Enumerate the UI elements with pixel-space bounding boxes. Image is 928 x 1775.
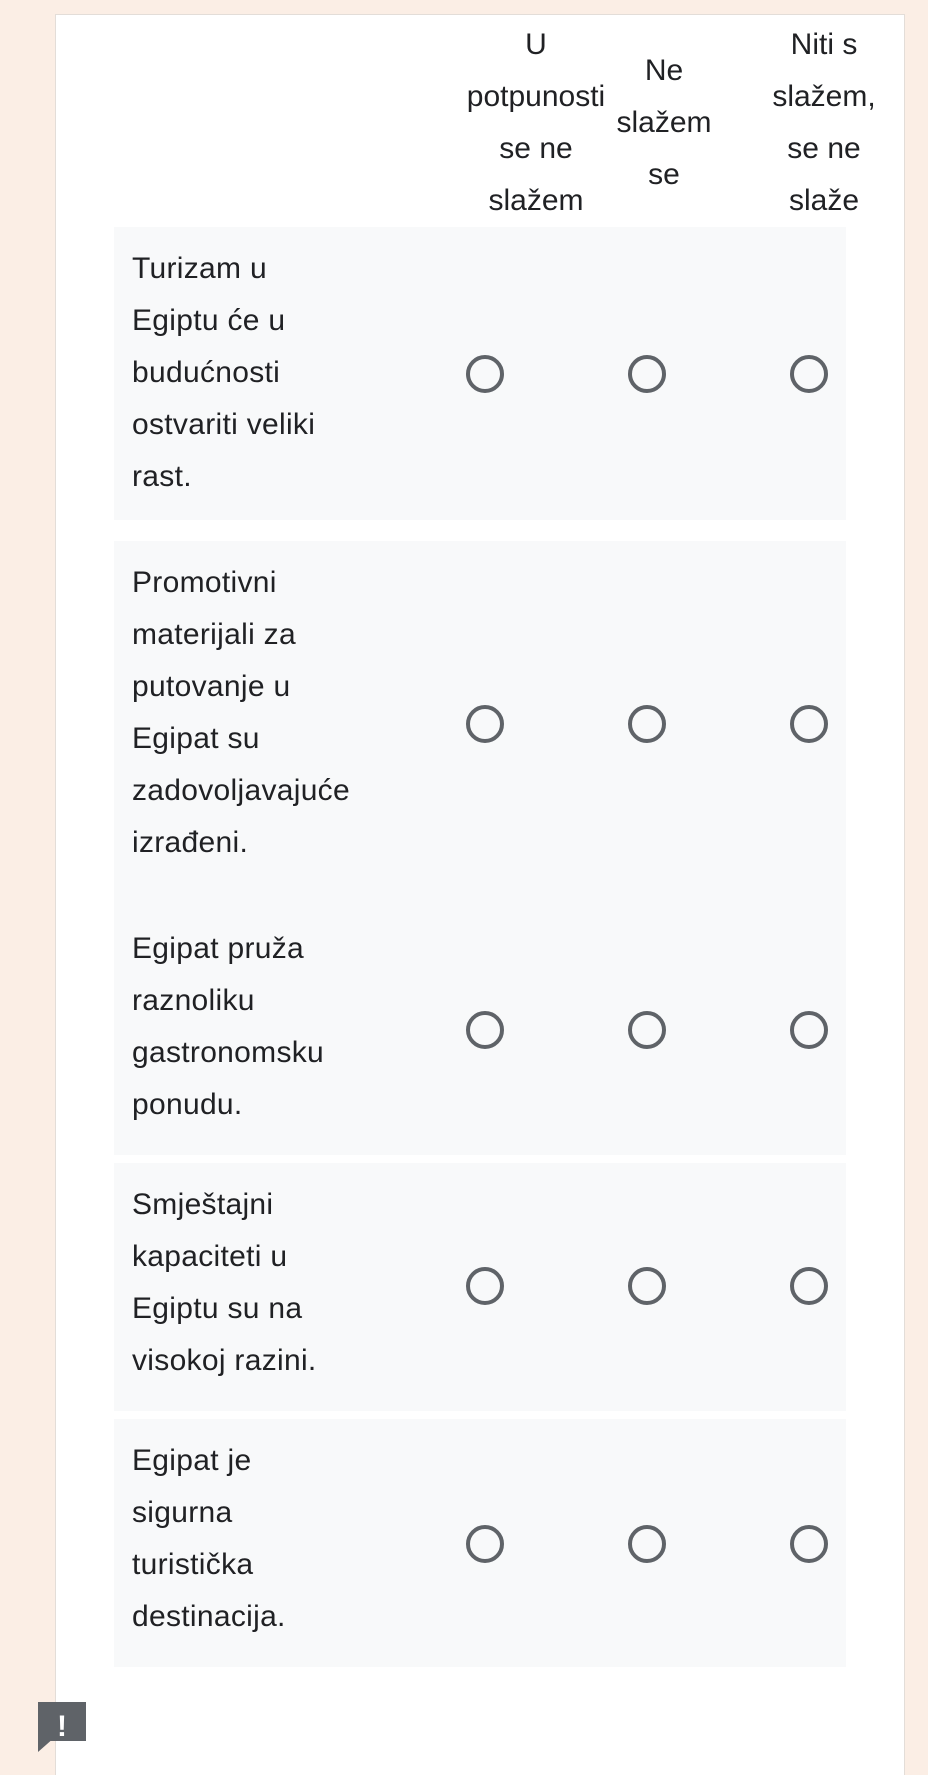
radio-neutral[interactable]	[790, 1525, 828, 1563]
radio-neutral[interactable]	[790, 705, 828, 743]
column-header-strongly-disagree: U potpunosti se ne slažem	[466, 28, 606, 217]
radio-strongly-disagree[interactable]	[466, 1525, 504, 1563]
radio-neutral[interactable]	[790, 1011, 828, 1049]
radio-neutral[interactable]	[790, 355, 828, 393]
radio-disagree[interactable]	[628, 1011, 666, 1049]
column-header-disagree: Ne slažem se	[616, 54, 712, 191]
radio-disagree[interactable]	[628, 705, 666, 743]
column-header-neutral: Niti s slažem, se ne slaže	[772, 28, 876, 217]
radio-disagree[interactable]	[628, 1267, 666, 1305]
statement-label: Promotivni materijali za putovanje u Egi…	[132, 566, 350, 859]
statement-label: Smještajni kapaciteti u Egiptu su na vis…	[132, 1188, 317, 1377]
radio-strongly-disagree[interactable]	[466, 705, 504, 743]
radio-disagree[interactable]	[628, 1525, 666, 1563]
radio-disagree[interactable]	[628, 355, 666, 393]
statement-row-1: Turizam u Egiptu će u budućnosti ostvari…	[114, 227, 846, 520]
statement-row-4: Smještajni kapaciteti u Egiptu su na vis…	[114, 1163, 846, 1411]
question-card: U potpunosti se ne slažem Ne slažem se N…	[55, 14, 905, 1775]
statement-label: Egipat je sigurna turistička destinacija…	[132, 1444, 286, 1633]
statement-row-5: Egipat je sigurna turistička destinacija…	[114, 1419, 846, 1667]
radio-strongly-disagree[interactable]	[466, 1011, 504, 1049]
radio-neutral[interactable]	[790, 1267, 828, 1305]
radio-strongly-disagree[interactable]	[466, 1267, 504, 1305]
statement-label: Egipat pruža raznoliku gastronomsku ponu…	[132, 932, 325, 1121]
radio-strongly-disagree[interactable]	[466, 355, 504, 393]
statement-row-2: Promotivni materijali za putovanje u Egi…	[114, 541, 846, 909]
statement-label: Turizam u Egiptu će u budućnosti ostvari…	[132, 252, 316, 493]
statement-row-3: Egipat pruža raznoliku gastronomsku ponu…	[114, 907, 846, 1155]
